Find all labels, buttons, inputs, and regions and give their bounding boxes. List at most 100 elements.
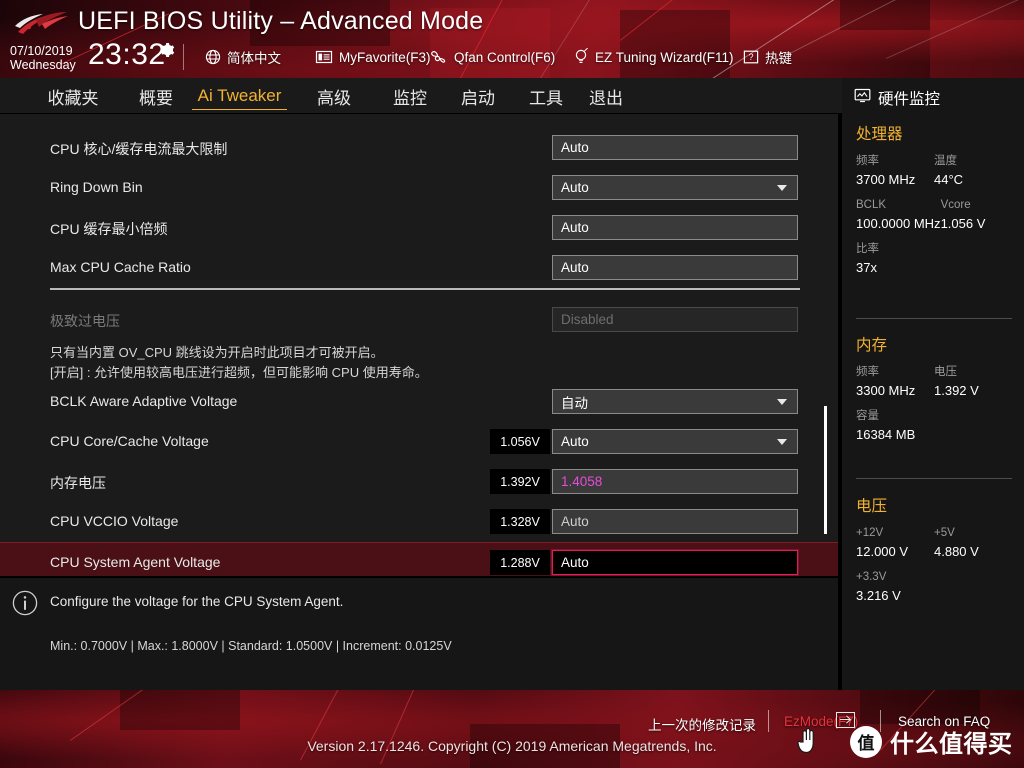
setting-row-ring-down-bin[interactable]: Ring Down Bin Auto	[0, 168, 838, 208]
rog-logo-icon	[12, 10, 70, 40]
setting-row-cpu[interactable]: CPU 核心/缓存电流最大限制 Auto	[0, 128, 838, 168]
hw-reading-value: 1.056 V	[940, 215, 986, 231]
hw-reading-pair: 比率 37x	[856, 242, 1012, 286]
setting-row-cpu[interactable]: CPU 缓存最小倍频 Auto	[0, 208, 838, 248]
tab-monitor[interactable]: 监控	[382, 78, 438, 114]
watermark-text: 什么值得买	[890, 731, 1013, 758]
watermark: 值 什么值得买	[850, 724, 1013, 759]
header-item-hotkeys[interactable]: ? 热键	[743, 46, 792, 68]
setting-label: 内存电压	[50, 475, 106, 491]
current-voltage-readout: 1.288V	[490, 550, 550, 575]
tab-main[interactable]: 概要	[128, 78, 184, 114]
setting-value: Auto	[561, 260, 589, 275]
tab-favorites[interactable]: 收藏夹	[38, 78, 108, 114]
scrollbar-thumb[interactable]	[824, 406, 827, 534]
hw-reading-pair: 频率 3700 MHz 温度 44°C	[856, 154, 1012, 198]
setting-value-input: Disabled	[552, 307, 798, 332]
tab-advanced[interactable]: 高级	[306, 78, 362, 114]
hw-reading-value: 4.880 V	[934, 543, 979, 559]
hw-reading-label: 频率	[856, 366, 879, 378]
header-item-language[interactable]: 简体中文	[205, 46, 281, 68]
hw-reading-pair: BCLK 100.0000 MHz Vcore 1.056 V	[856, 198, 1012, 242]
chevron-down-icon	[777, 438, 787, 445]
sidebar-divider	[856, 478, 1012, 479]
setting-row-max-cpu-cache-ratio[interactable]: Max CPU Cache Ratio Auto	[0, 248, 838, 288]
tab-ai-tweaker[interactable]: Ai Tweaker	[190, 78, 289, 114]
last-modified-button[interactable]: 上一次的修改记录	[648, 714, 756, 734]
hw-reading-value: 12.000 V	[856, 543, 909, 559]
inline-help-text: 只有当内置 OV_CPU 跳线设为开启时此项目才可被开启。	[50, 345, 384, 360]
setting-value: 1.4058	[561, 474, 603, 489]
setting-value-input[interactable]: Auto	[552, 135, 798, 160]
header-item-myfavorite[interactable]: MyFavorite(F3)	[315, 46, 431, 68]
header-item-ez-tuning-wizard[interactable]: EZ Tuning Wizard(F11)	[573, 46, 734, 68]
setting-value-input[interactable]: Auto	[552, 215, 798, 240]
setting-value-input[interactable]: Auto	[552, 550, 798, 575]
hw-reading: 频率 3700 MHz	[856, 154, 934, 198]
hw-reading: 比率 37x	[856, 242, 1012, 286]
hw-reading-value: 44°C	[934, 171, 964, 187]
setting-row-cpu-vccio-voltage[interactable]: CPU VCCIO Voltage 1.328V Auto	[0, 502, 838, 542]
setting-value: Auto	[561, 220, 589, 235]
setting-value: Auto	[561, 140, 589, 155]
page-title: UEFI BIOS Utility – Advanced Mode	[78, 7, 484, 35]
hw-reading: Vcore 1.056 V	[941, 198, 1019, 242]
hw-reading-label: 比率	[856, 243, 879, 256]
hw-reading-label: +12V	[856, 527, 884, 539]
hw-reading: +12V 12.000 V	[856, 526, 934, 570]
hw-reading-label: Vcore	[940, 199, 971, 212]
setting-value: Auto	[561, 514, 589, 529]
help-panel: Configure the voltage for the CPU System…	[0, 578, 840, 690]
hw-reading-value: 3.216 V	[856, 587, 901, 603]
setting-label: Ring Down Bin	[50, 179, 143, 195]
setting-row-bclk-aware-adaptive-voltage[interactable]: BCLK Aware Adaptive Voltage 自动	[0, 382, 838, 422]
hw-reading-label: 电压	[934, 366, 957, 378]
setting-dropdown[interactable]: 自动	[552, 389, 798, 414]
hw-reading: +5V 4.880 V	[934, 526, 1012, 570]
tab-boot[interactable]: 启动	[450, 78, 506, 114]
setting-value-input[interactable]: Auto	[552, 509, 798, 534]
setting-row-cpu-core-cache-voltage[interactable]: CPU Core/Cache Voltage 1.056V Auto	[0, 422, 838, 462]
svg-text:?: ?	[748, 52, 753, 62]
gear-icon[interactable]	[159, 42, 175, 58]
footer-divider	[768, 710, 769, 732]
setting-value-input[interactable]: Auto	[552, 255, 798, 280]
hw-reading: BCLK 100.0000 MHz	[856, 198, 941, 242]
hw-reading-label: 温度	[934, 155, 957, 167]
header-item-label: MyFavorite(F3)	[339, 49, 431, 65]
header-item-label: EZ Tuning Wizard(F11)	[595, 49, 734, 65]
sidebar-divider	[856, 318, 1012, 319]
hw-section-title: 内存	[856, 337, 888, 354]
hw-section-title: 处理器	[856, 126, 903, 143]
hw-reading-value: 1.392 V	[934, 382, 979, 398]
hw-reading: +3.3V 3.216 V	[856, 570, 1012, 614]
hw-reading-label: 容量	[856, 410, 879, 423]
setting-dropdown[interactable]: Auto	[552, 175, 798, 200]
current-voltage-readout: 1.056V	[490, 429, 550, 454]
setting-value-input[interactable]: 1.4058	[552, 469, 798, 494]
watermark-mark: 值	[850, 725, 882, 758]
setting-value: Auto	[561, 555, 589, 570]
fan-icon	[428, 49, 448, 65]
hw-reading-pair: +12V 12.000 V +5V 4.880 V	[856, 526, 1012, 570]
setting-dropdown[interactable]: Auto	[552, 429, 798, 454]
hw-reading-value: 100.0000 MHz	[856, 215, 941, 231]
header-item-qfan-control[interactable]: Qfan Control(F6)	[428, 46, 555, 68]
help-range: Min.: 0.7000V | Max.: 1.8000V | Standard…	[50, 639, 452, 653]
setting-label: CPU 缓存最小倍频	[50, 221, 168, 237]
footer-facet	[120, 690, 240, 730]
chevron-down-icon	[777, 398, 787, 405]
hw-reading: 频率 3300 MHz	[856, 365, 934, 409]
date-value: 07/10/2019	[10, 44, 73, 58]
hw-reading-pair: 频率 3300 MHz 电压 1.392 V	[856, 365, 1012, 409]
setting-row-item[interactable]: 内存电压 1.392V 1.4058	[0, 462, 838, 502]
hardware-monitor-sidebar: 硬件监控 处理器 频率 3700 MHz 温度 44°C BCLK 100.0000 MHz…	[842, 78, 1024, 690]
tab-tool[interactable]: 工具	[518, 78, 574, 114]
hw-section-2: 电压 +12V 12.000 V +5V 4.880 V +3.3V 3.216 V	[856, 494, 1012, 614]
tab-exit[interactable]: 退出	[578, 78, 634, 114]
setting-value: Disabled	[561, 312, 614, 327]
globe-icon	[205, 49, 221, 65]
setting-value: Auto	[561, 180, 589, 195]
setting-row-cpu-system-agent-voltage[interactable]: CPU System Agent Voltage 1.288V Auto	[0, 542, 838, 576]
setting-row-item: 极致过电压 Disabled	[0, 300, 838, 340]
